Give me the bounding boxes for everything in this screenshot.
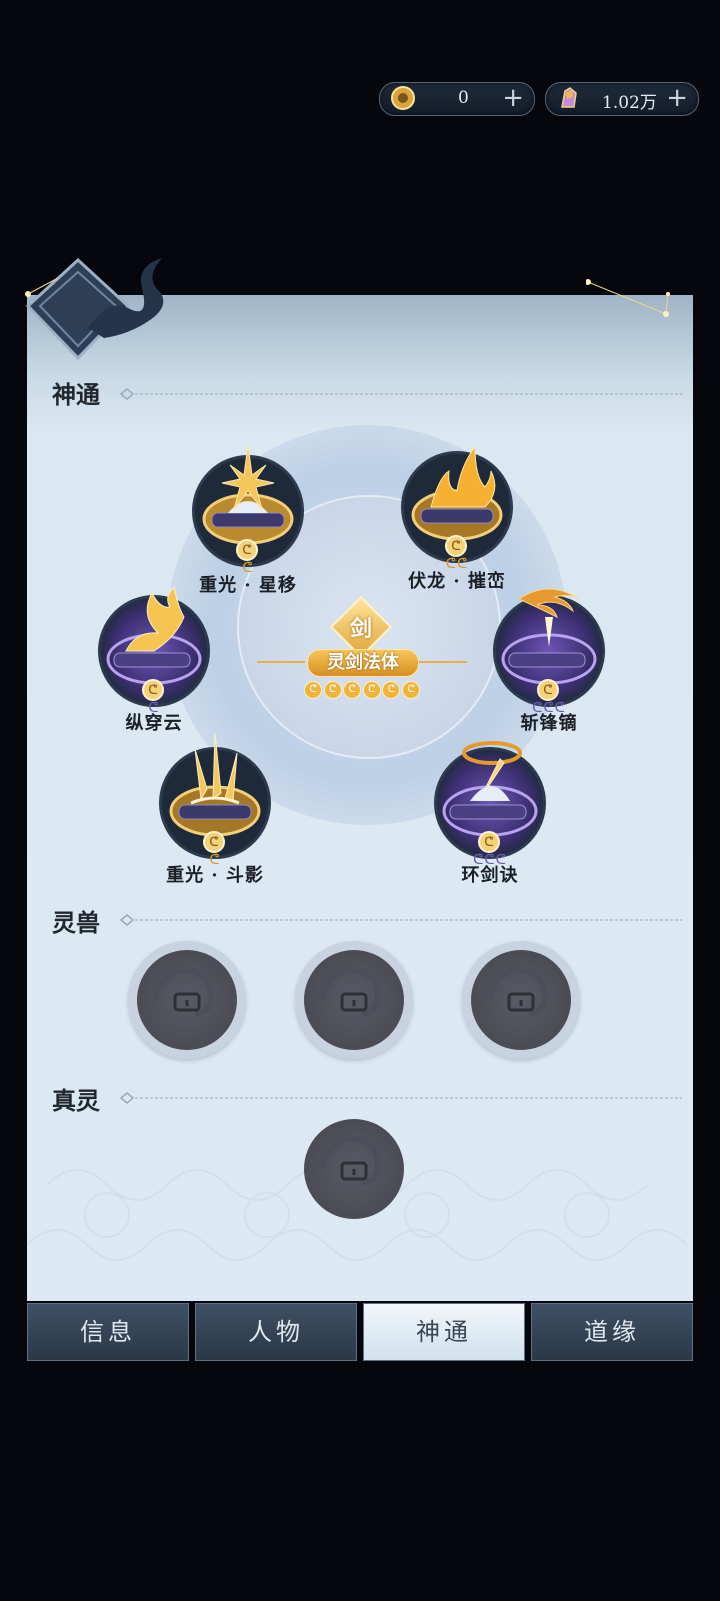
section-title-lingshou: 灵兽	[52, 908, 100, 937]
gold-value: 0	[458, 88, 469, 108]
skill-huanjianjue[interactable]: ᕦ ᕦᕦᕦ 环剑诀	[430, 737, 550, 886]
spirit-stone-icon	[561, 87, 577, 108]
spirit-currency: 1.02万 +	[545, 82, 699, 116]
constellation-icon	[586, 279, 670, 317]
section-divider	[119, 388, 682, 400]
section-divider	[119, 1092, 682, 1104]
level-dot: ᕦ	[343, 681, 362, 699]
true-spirit-slot[interactable]	[295, 1110, 413, 1228]
gold-currency: 0 +	[379, 82, 535, 116]
emblem-wing-right	[419, 661, 467, 663]
level-dot: ᕦ	[401, 681, 420, 699]
skill-name: 重光 · 斗影	[166, 865, 264, 886]
tab-character[interactable]: 人物	[195, 1303, 357, 1361]
skill-fulong-cuiluan[interactable]: ᕦ ᕦᕦ 伏龙 · 摧峦	[397, 441, 517, 592]
skill-name: 环剑诀	[461, 865, 519, 886]
section-title-zhenling: 真灵	[52, 1086, 100, 1115]
upgrade-badge: ᕦ	[478, 831, 500, 853]
emblem-char: 剑	[349, 616, 372, 642]
section-title-shentong: 神通	[52, 380, 100, 409]
section-divider	[119, 914, 682, 926]
sword-body-emblem[interactable]: 剑 灵剑法体 ᕦ ᕦ ᕦ ᕦ ᕦ ᕦ	[257, 595, 467, 715]
lock-icon	[319, 1135, 382, 1186]
tab-shentong[interactable]: 神通	[363, 1303, 525, 1361]
bottom-tab-bar: 信息 人物 神通 道缘	[27, 1303, 693, 1361]
skill-zongchuanyun[interactable]: ᕦ ᕦ 纵穿云	[94, 585, 214, 734]
lock-icon	[486, 966, 549, 1017]
spirit-beast-slot-3[interactable]	[462, 941, 580, 1059]
slot-inner	[137, 950, 237, 1050]
spirit-beast-slot-1[interactable]	[128, 941, 246, 1059]
lock-icon	[152, 966, 215, 1017]
lock-icon	[319, 966, 382, 1017]
upgrade-badge: ᕦ	[537, 679, 559, 701]
skill-chongguang-douying[interactable]: ᕦ ᕦ 重光 · 斗影	[155, 732, 275, 886]
add-gold-button[interactable]: +	[502, 84, 524, 112]
slot-inner	[304, 1119, 404, 1219]
dragon-emblem-icon	[25, 258, 164, 361]
emblem-title: 灵剑法体	[307, 649, 419, 677]
emblem-level-dots: ᕦ ᕦ ᕦ ᕦ ᕦ ᕦ	[304, 681, 420, 699]
level-dot: ᕦ	[362, 681, 381, 699]
slot-inner	[471, 950, 571, 1050]
skill-zhanfengdi[interactable]: ᕦ ᕦᕦᕦ 斩锋镝	[489, 585, 609, 734]
spirit-beast-slot-2[interactable]	[295, 941, 413, 1059]
gold-coin-icon	[391, 86, 415, 110]
tab-daoyuan[interactable]: 道缘	[531, 1303, 693, 1361]
upgrade-badge: ᕦ	[203, 831, 225, 853]
character-panel: 神通 剑 灵剑法体 ᕦ ᕦ ᕦ ᕦ ᕦ ᕦ ᕦ ᕦ 重光 · 星移 ᕦ ᕦᕦ 伏…	[27, 295, 693, 1301]
upgrade-badge: ᕦ	[142, 679, 164, 701]
level-dot: ᕦ	[382, 681, 401, 699]
upgrade-badge: ᕦ	[445, 535, 467, 557]
level-dot: ᕦ	[304, 681, 322, 699]
add-spirit-button[interactable]: +	[666, 84, 688, 112]
tab-info[interactable]: 信息	[27, 1303, 189, 1361]
spirit-value: 1.02万	[602, 93, 657, 113]
slot-inner	[304, 950, 404, 1050]
upgrade-badge: ᕦ	[236, 539, 258, 561]
skill-chongguang-xingyi[interactable]: ᕦ ᕦ 重光 · 星移	[188, 444, 308, 596]
level-dot: ᕦ	[323, 681, 342, 699]
emblem-wing-left	[257, 661, 305, 663]
